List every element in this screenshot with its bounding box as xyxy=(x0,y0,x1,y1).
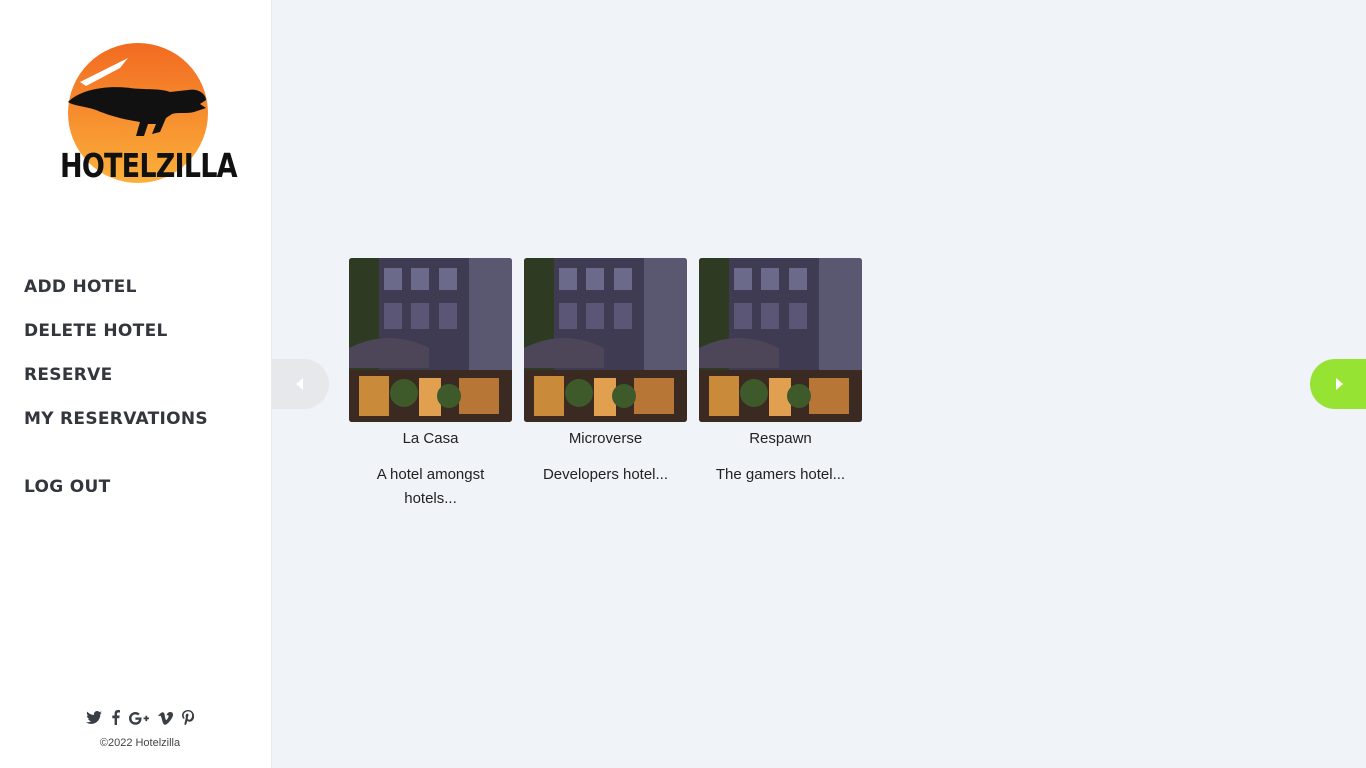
hotel-facade-image xyxy=(524,258,687,422)
pinterest-icon[interactable] xyxy=(182,710,195,729)
vimeo-icon[interactable] xyxy=(158,711,174,729)
logo-text: HOTELZILLA xyxy=(60,146,238,185)
nav-item-my-reservations[interactable]: MY RESERVATIONS xyxy=(24,406,208,450)
hotel-description: A hotel amongst hotels... xyxy=(376,466,485,507)
nav-item-delete-hotel[interactable]: DELETE HOTEL xyxy=(24,318,208,362)
nav-item-add-hotel[interactable]: ADD HOTEL xyxy=(24,274,208,318)
hotel-name: Microverse xyxy=(568,430,643,447)
hotel-card[interactable]: La Casa A hotel amongst hotels... xyxy=(349,258,512,511)
hotel-description: Developers hotel... xyxy=(542,466,669,483)
sidebar: HOTELZILLA ADD HOTEL DELETE HOTEL RESERV… xyxy=(0,0,272,768)
carousel-prev-button[interactable] xyxy=(272,359,329,409)
hotel-image[interactable] xyxy=(524,258,687,422)
carousel-next-button[interactable] xyxy=(1310,359,1366,409)
caret-left-icon xyxy=(296,378,303,390)
hotel-facade-image xyxy=(349,258,512,422)
hotel-description: The gamers hotel... xyxy=(715,466,846,483)
copyright-text: ©2022 Hotelzilla xyxy=(99,737,181,749)
nav-item-reserve[interactable]: RESERVE xyxy=(24,362,208,406)
facebook-icon[interactable] xyxy=(111,710,120,729)
hotel-facade-image xyxy=(699,258,862,422)
twitter-icon[interactable] xyxy=(85,711,102,729)
hotel-image[interactable] xyxy=(699,258,862,422)
hotel-image[interactable] xyxy=(349,258,512,422)
hotel-name: La Casa xyxy=(402,430,459,447)
google-plus-icon[interactable] xyxy=(129,711,149,729)
social-links xyxy=(0,710,280,729)
hotel-card[interactable]: Microverse Developers hotel... xyxy=(524,258,687,487)
hotel-name: Respawn xyxy=(749,430,812,447)
logout-button[interactable]: LOG OUT xyxy=(24,474,111,518)
caret-right-icon xyxy=(1336,378,1343,390)
hotel-card[interactable]: Respawn The gamers hotel... xyxy=(699,258,862,487)
sidebar-nav: ADD HOTEL DELETE HOTEL RESERVE MY RESERV… xyxy=(24,274,208,450)
hotelzilla-logo[interactable]: HOTELZILLA xyxy=(60,40,238,190)
